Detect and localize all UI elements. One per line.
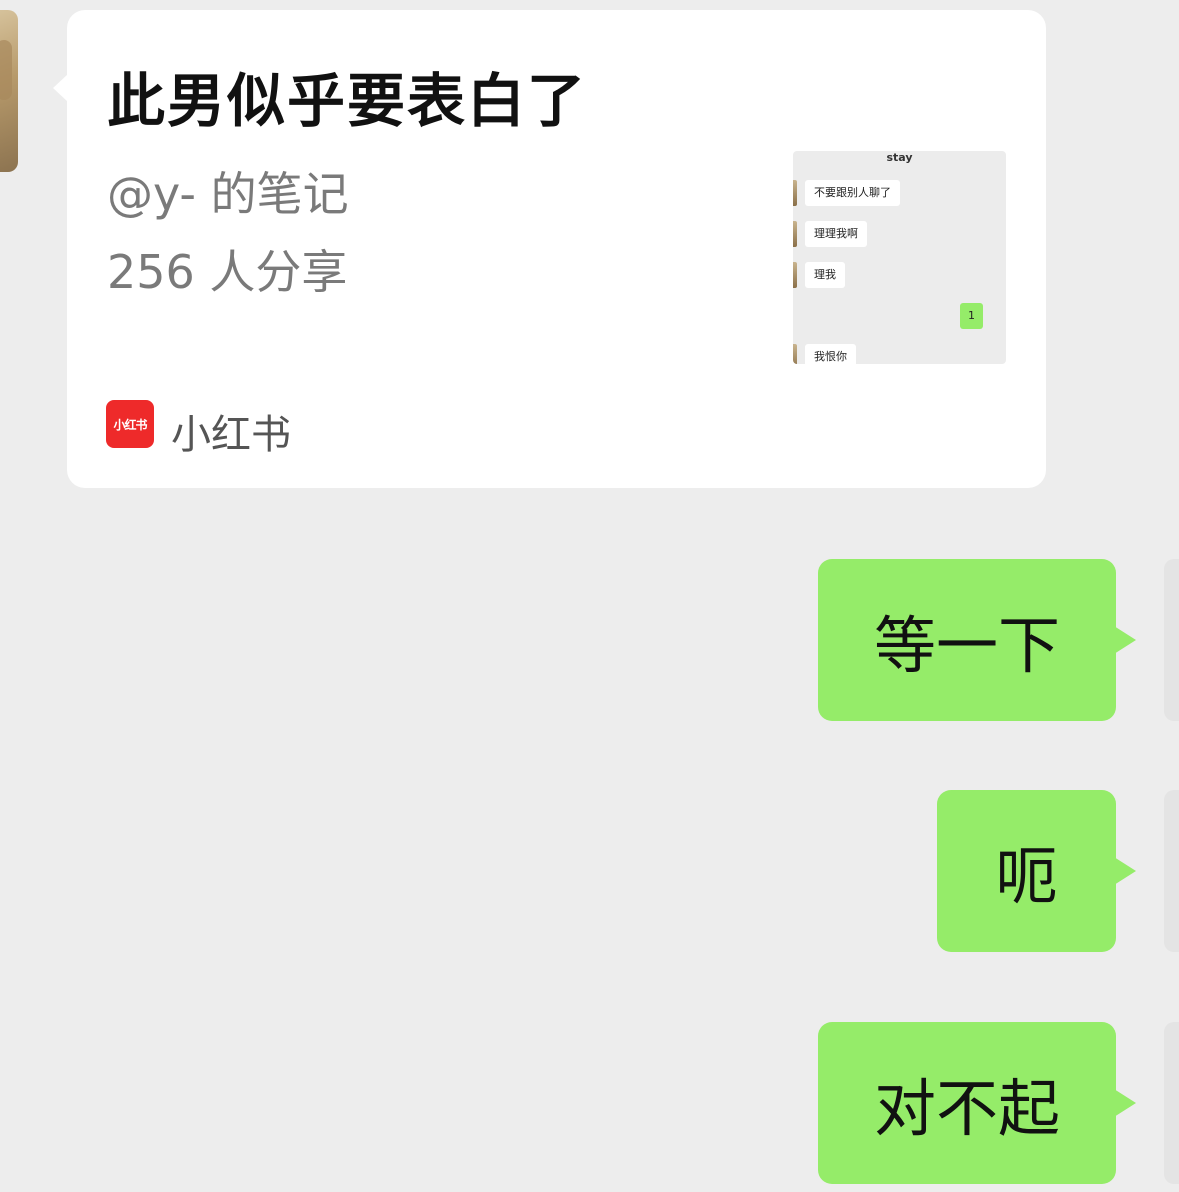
self-avatar[interactable] (1164, 1022, 1179, 1184)
thumbnail-message: 我恨你 (805, 344, 856, 364)
thumbnail-avatar (793, 344, 797, 364)
thumbnail-avatar (793, 221, 797, 247)
bubble-tail (1114, 1089, 1136, 1117)
outgoing-message[interactable]: 对不起 (818, 1022, 1116, 1184)
self-avatar[interactable] (1164, 790, 1179, 952)
thumbnail-avatar (793, 180, 797, 206)
outgoing-message[interactable]: 呃 (937, 790, 1116, 952)
thumbnail-message: 理理我啊 (805, 221, 867, 247)
note-title: 此男似乎要表白了 (107, 67, 588, 135)
note-share-count: 256 人分享 (107, 245, 348, 299)
outgoing-message[interactable]: 等一下 (818, 559, 1116, 721)
thumbnail-message: 理我 (805, 262, 845, 288)
sender-avatar[interactable] (0, 10, 18, 172)
thumbnail-avatar (793, 262, 797, 288)
thumbnail-chat-title: stay (886, 151, 913, 164)
card-bubble-tail (53, 74, 68, 102)
self-avatar[interactable] (1164, 559, 1179, 721)
source-app-name: 小红书 (171, 412, 291, 458)
thumbnail-message-mine: 1 (960, 303, 983, 329)
note-author: @y- 的笔记 (107, 167, 349, 221)
xiaohongshu-logo-icon: 小红书 (106, 400, 154, 448)
shared-note-card[interactable]: 此男似乎要表白了 @y- 的笔记 256 人分享 stay 不要跟别人聊了 理理… (67, 10, 1046, 488)
note-thumbnail: stay 不要跟别人聊了 理理我啊 理我 1 我恨你 (793, 151, 1006, 364)
thumbnail-message: 不要跟别人聊了 (805, 180, 900, 206)
bubble-tail (1114, 857, 1136, 885)
bubble-tail (1114, 626, 1136, 654)
